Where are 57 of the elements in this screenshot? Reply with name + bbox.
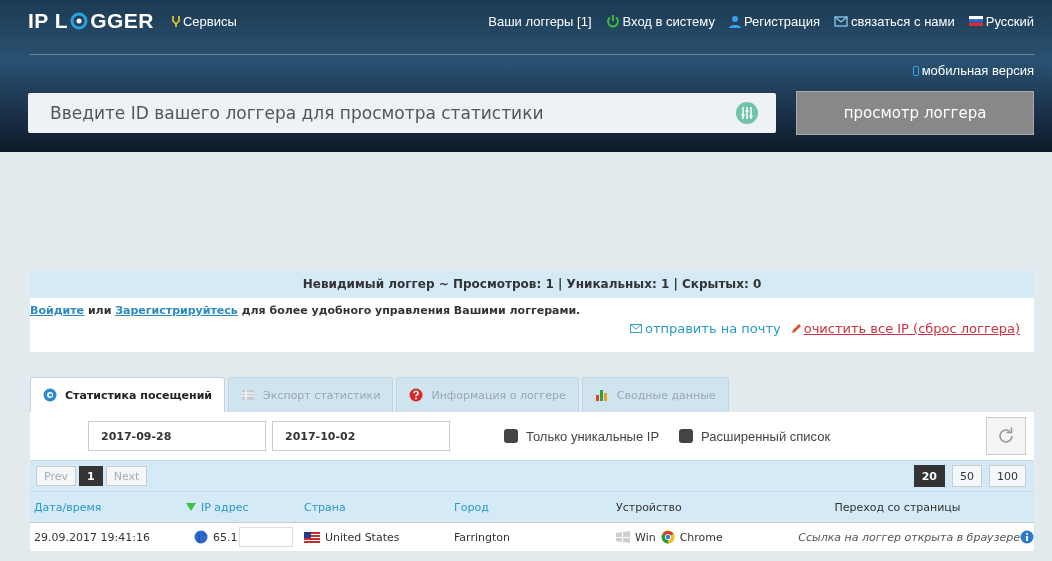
language-link[interactable]: Русский [968,13,1034,29]
register-link[interactable]: Регистрация [728,13,820,29]
windows-icon [616,531,630,543]
logger-id-field[interactable]: Введите ID вашего логгера для просмотра статистики [28,93,776,133]
mail-icon [833,15,848,27]
table-cell: Chrome [679,530,723,544]
user-icon [728,14,741,28]
browser-icon [660,530,675,544]
date-field[interactable]: 2017-09-28 [88,421,266,451]
table-cell: Ссылка на логгер открыта в браузере [798,530,1020,544]
power-icon [605,14,620,28]
checkbox-label: Только уникальные IP [526,428,660,444]
logo-ring-icon [69,11,90,31]
flag-icon [304,531,320,543]
view-logger-button[interactable]: просмотр логгера [796,91,1034,135]
refresh-icon [996,426,1016,446]
mail-icon [629,324,642,333]
text-link[interactable]: Войдите [30,304,85,317]
login-link[interactable]: Вход в систему [605,13,715,29]
date-field[interactable]: 2017-10-02 [272,421,450,451]
text-link[interactable]: Зарегистрируйтесь [115,304,238,317]
checkbox[interactable] [504,429,518,443]
column-header: Переход со страницы [834,500,961,514]
summary-bar: Невидимый логгер ~ Просмотров: 1 | Уникальных: 1 | Скрытых: 0 [30,271,1034,298]
sliders-icon [736,102,758,124]
eraser-icon [790,323,801,334]
table-cell: United States [325,530,400,544]
table-cell: Farrington [454,530,510,544]
checkbox[interactable] [679,429,694,443]
my-loggers-link[interactable]: Ваши логгеры [1] [488,13,592,29]
redaction-box [238,527,293,547]
table-cell: 29.09.2017 19:41:16 [34,530,150,544]
logo[interactable]: IP L GGER [28,9,154,33]
flag-icon [968,16,983,26]
phone-icon [912,65,919,76]
page-button[interactable]: 100 [989,465,1026,487]
fork-icon [171,15,180,27]
refresh-button[interactable] [986,417,1026,455]
eye-icon [43,388,57,402]
table-cell: 65.1 [213,530,238,544]
mobile-version-link[interactable]: мобильная версия [912,63,1034,78]
question-icon [409,388,424,402]
globe-icon [194,530,208,544]
tab[interactable]: Статистика посещений [30,377,226,412]
services-link[interactable]: Сервисы [171,13,237,29]
page-button[interactable]: 50 [952,465,982,487]
contact-link[interactable]: связаться с нами [833,13,955,29]
table-cell: Win [635,530,656,544]
page-button[interactable]: 1 [79,466,103,486]
sort-arrow-icon [186,503,196,511]
bar-chart-icon [594,388,609,402]
clear-ip-link[interactable]: очистить все IP (сброс логгера) [790,321,1020,336]
notice-text: Войдите или Зарегистрируйтесь для более удобного управления Вашими логгерами. [30,304,582,317]
spreadsheet-icon [241,388,256,402]
column-header: Устройство [616,500,682,514]
page-button[interactable]: 20 [913,465,945,487]
checkbox-label: Расширенный список [701,428,831,444]
